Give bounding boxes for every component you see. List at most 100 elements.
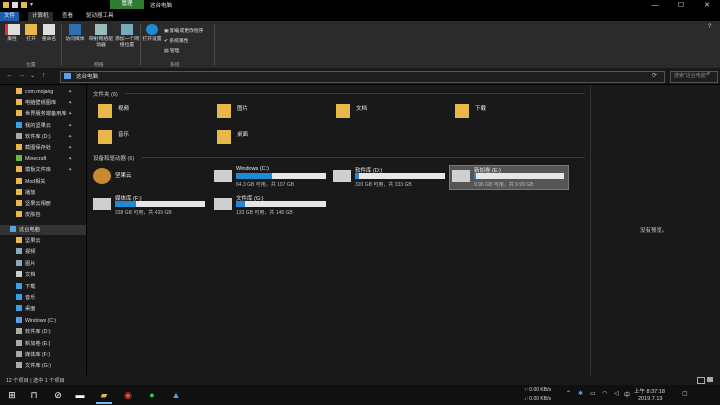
sidebar-item-label: 桌面 <box>25 306 36 313</box>
sidebar-item[interactable]: 新加卷 (E:) <box>16 339 50 349</box>
new-folder-icon[interactable] <box>21 2 27 8</box>
sidebar-item[interactable]: 播放 <box>16 188 35 198</box>
forward-button[interactable]: → <box>18 72 25 79</box>
address-path[interactable]: 这台电脑 <box>76 72 98 80</box>
drive-tile[interactable]: 文件库 (G:) 133 GB 可用，共 148 GB <box>214 194 330 216</box>
clock-time[interactable]: 上午 8:37:18 <box>634 387 665 395</box>
sidebar-item[interactable]: 软件库 (D:) <box>16 132 51 142</box>
devices-header[interactable]: 设备和驱动器 (6) <box>93 154 134 162</box>
sidebar-item[interactable]: 截图保存处 <box>16 143 51 153</box>
sidebar-item-label: com.mojang <box>25 89 54 95</box>
bluetooth-icon[interactable]: ✱ <box>578 390 583 397</box>
sidebar-item[interactable]: Minecraft <box>16 154 46 164</box>
sidebar-item-label: Mod相关 <box>25 178 46 185</box>
folder-icon[interactable] <box>3 2 9 8</box>
task-view-icon[interactable]: ⊓ <box>26 388 42 402</box>
open-folder-icon <box>25 24 37 35</box>
tray-expand-icon[interactable]: ⌃ <box>566 390 571 397</box>
game-bar-icon[interactable]: ▬ <box>72 388 88 402</box>
sidebar-item[interactable]: 坚果云 <box>16 236 41 246</box>
sidebar-item[interactable]: 软件库 (D:) <box>16 327 51 337</box>
help-icon[interactable]: ? <box>708 24 711 30</box>
sidebar-item[interactable]: 文件库 (G:) <box>16 361 51 371</box>
sidebar-item[interactable]: 我的坚果云 <box>16 121 51 131</box>
wifi-icon[interactable]: ◠ <box>602 390 607 397</box>
sidebar-item[interactable]: com.mojang <box>16 87 53 97</box>
network-upload-speed: ↑: 0.00 KB/s <box>524 387 551 393</box>
drive-free-space: 9.96 GB 可用，共 9.99 GB <box>474 182 534 188</box>
sidebar-item[interactable]: 视频 <box>16 247 35 257</box>
tab-file[interactable]: 文件 <box>0 12 20 21</box>
notifications-icon[interactable]: ▢ <box>682 390 688 397</box>
computer-icon <box>64 73 71 79</box>
maximize-button[interactable]: ☐ <box>668 0 694 11</box>
battery-icon[interactable]: ▭ <box>590 390 596 397</box>
drive-tile[interactable]: 新加卷 (E:) 9.96 GB 可用，共 9.99 GB <box>452 166 568 188</box>
tab-computer[interactable]: 计算机 <box>28 12 53 21</box>
recent-locations-button[interactable]: ⌄ <box>30 72 35 79</box>
volume-icon[interactable]: ◁ <box>614 390 619 397</box>
drive-tile[interactable]: 坚果云 <box>93 166 209 188</box>
map-network-drive-button[interactable]: 映射网络驱动器 <box>88 24 114 49</box>
network-drive-icon <box>95 24 107 35</box>
folder-icon <box>16 166 22 173</box>
preview-message: 没有预览。 <box>640 228 668 234</box>
refresh-icon[interactable]: ⟳ <box>652 72 657 79</box>
sidebar-item[interactable]: 坚果云相册 <box>16 199 51 209</box>
sidebar-item[interactable]: Windows (C:) <box>16 316 56 326</box>
folder-tile[interactable]: 视频 <box>98 102 208 124</box>
sidebar-item[interactable]: 下载 <box>16 282 35 292</box>
folder-tile[interactable]: 桌面 <box>217 128 327 150</box>
folder-tile[interactable]: 文档 <box>336 102 446 124</box>
open-settings-button[interactable]: 打开设置 <box>141 24 163 43</box>
folder-icon <box>16 271 22 278</box>
drive-icon <box>214 198 232 210</box>
sidebar-item[interactable]: 图片 <box>16 259 35 269</box>
details-view-icon[interactable] <box>697 377 705 384</box>
add-network-location-button[interactable]: 添加一个网络位置 <box>114 24 140 49</box>
tab-view[interactable]: 查看 <box>58 12 77 21</box>
folder-tile[interactable]: 图片 <box>217 102 327 124</box>
sidebar-item[interactable]: 模板文件库 <box>16 165 51 175</box>
drive-tile[interactable]: 媒体库 (F:) 338 GB 可用，共 439 GB <box>93 194 209 216</box>
block-icon[interactable]: ⊘ <box>50 388 66 402</box>
access-media-button[interactable]: 访问媒体 <box>64 24 86 43</box>
address-bar[interactable] <box>60 71 665 83</box>
context-tab-manage[interactable]: 管理 <box>110 0 144 9</box>
quick-access-toolbar-dropdown[interactable]: ▾ <box>30 1 33 8</box>
drive-tile[interactable]: Windows (C:) 64.3 GB 可用，共 107 GB <box>214 166 330 188</box>
start-windows-icon[interactable]: ⊞ <box>4 388 20 402</box>
folders-header[interactable]: 文件夹 (6) <box>93 90 118 98</box>
app-icon[interactable]: ▲ <box>168 388 184 402</box>
sidebar-item[interactable]: 媒体库 (F:) <box>16 350 50 360</box>
minimize-button[interactable]: — <box>642 0 668 11</box>
rename-button[interactable]: 重命名 <box>38 24 60 43</box>
folder-tile[interactable]: 下载 <box>455 102 565 124</box>
sidebar-item[interactable]: 文档 <box>16 270 35 280</box>
up-button[interactable]: ↑ <box>42 72 46 79</box>
chrome-icon[interactable]: ◉ <box>120 388 136 402</box>
sidebar-item[interactable]: 音乐 <box>16 293 35 303</box>
system-properties-button[interactable]: ✔ 系统属性 <box>164 37 189 44</box>
sidebar-item[interactable]: 电脑壁纸图库 <box>16 98 56 108</box>
file-explorer-icon[interactable]: ▰ <box>96 388 112 404</box>
sidebar-item-this-pc[interactable]: 这台电脑 <box>10 225 40 235</box>
clock-date[interactable]: 2019.7.13 <box>638 396 662 402</box>
search-icon[interactable]: ⌕ <box>707 71 710 78</box>
drive-tile[interactable]: 软件库 (D:) 320 GB 可用，共 333 GB <box>333 166 449 188</box>
tab-drive-tools[interactable]: 驱动器工具 <box>82 12 118 21</box>
input-method-icon[interactable]: 中 <box>624 390 630 399</box>
back-button[interactable]: ← <box>6 72 13 79</box>
manage-button[interactable]: ▤ 管理 <box>164 47 179 54</box>
folder-tile[interactable]: 音乐 <box>98 128 208 150</box>
sidebar-item[interactable]: 桌面 <box>16 304 35 314</box>
close-button[interactable]: ✕ <box>694 0 720 11</box>
large-icons-view-icon[interactable] <box>707 377 713 382</box>
sidebar-item[interactable]: Mod相关 <box>16 177 45 187</box>
sidebar-item[interactable]: 世界服务端备用库 <box>16 109 67 119</box>
uninstall-programs-button[interactable]: ▣ 卸载或更改程序 <box>164 27 203 34</box>
network-download-speed: ↓: 0.00 KB/s <box>524 396 551 402</box>
properties-icon[interactable] <box>12 2 18 8</box>
app-icon[interactable]: ● <box>144 388 160 402</box>
sidebar-item[interactable]: 皮肤包 <box>16 210 41 220</box>
